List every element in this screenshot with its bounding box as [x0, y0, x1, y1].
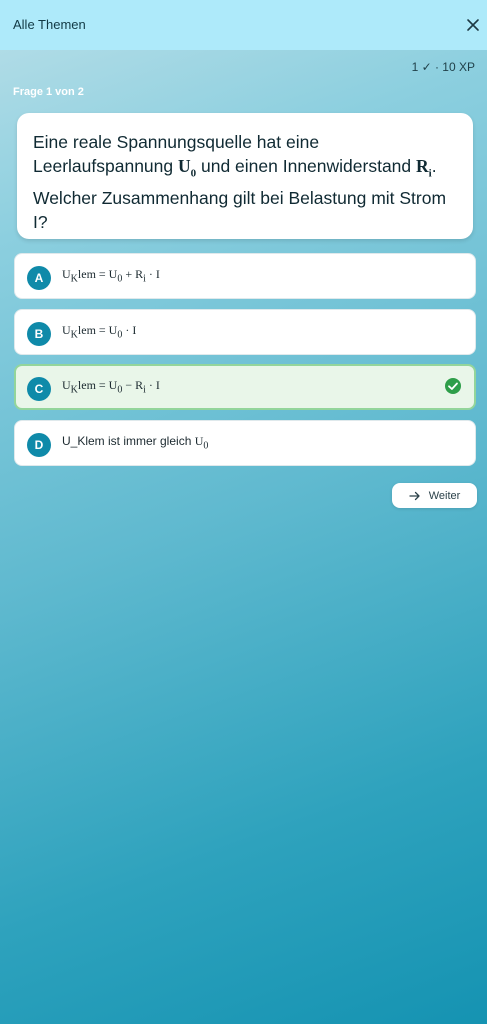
score-display: 1 ✓ · 10 XP	[411, 60, 475, 74]
check-circle-icon	[445, 378, 461, 394]
answer-option-b[interactable]: B UKlem = U0 · I	[14, 309, 476, 355]
answer-option-a[interactable]: A UKlem = U0 + Ri · I	[14, 253, 476, 299]
option-text: UKlem = U0 − Ri · I	[62, 378, 160, 396]
close-icon	[467, 19, 479, 31]
arrow-right-icon	[409, 491, 420, 500]
option-text: U_Klem ist immer gleich U0	[62, 434, 209, 452]
next-button[interactable]: Weiter	[392, 483, 477, 508]
option-letter-badge: B	[27, 322, 51, 346]
close-button[interactable]	[462, 14, 484, 36]
option-text: UKlem = U0 + Ri · I	[62, 267, 160, 285]
option-letter-badge: A	[27, 266, 51, 290]
answer-option-c[interactable]: C UKlem = U0 − Ri · I	[14, 364, 476, 410]
option-text: UKlem = U0 · I	[62, 323, 137, 341]
option-letter-badge: C	[27, 377, 51, 401]
top-bar: Alle Themen	[0, 0, 487, 50]
question-text: Eine reale Spannungsquelle hat eine Leer…	[33, 132, 447, 232]
question-card: Eine reale Spannungsquelle hat eine Leer…	[17, 113, 473, 239]
answer-option-d[interactable]: D U_Klem ist immer gleich U0	[14, 420, 476, 466]
question-progress: Frage 1 von 2	[13, 86, 84, 98]
option-letter-badge: D	[27, 433, 51, 457]
next-button-label: Weiter	[428, 489, 461, 502]
back-to-topics-link[interactable]: Alle Themen	[13, 17, 86, 32]
